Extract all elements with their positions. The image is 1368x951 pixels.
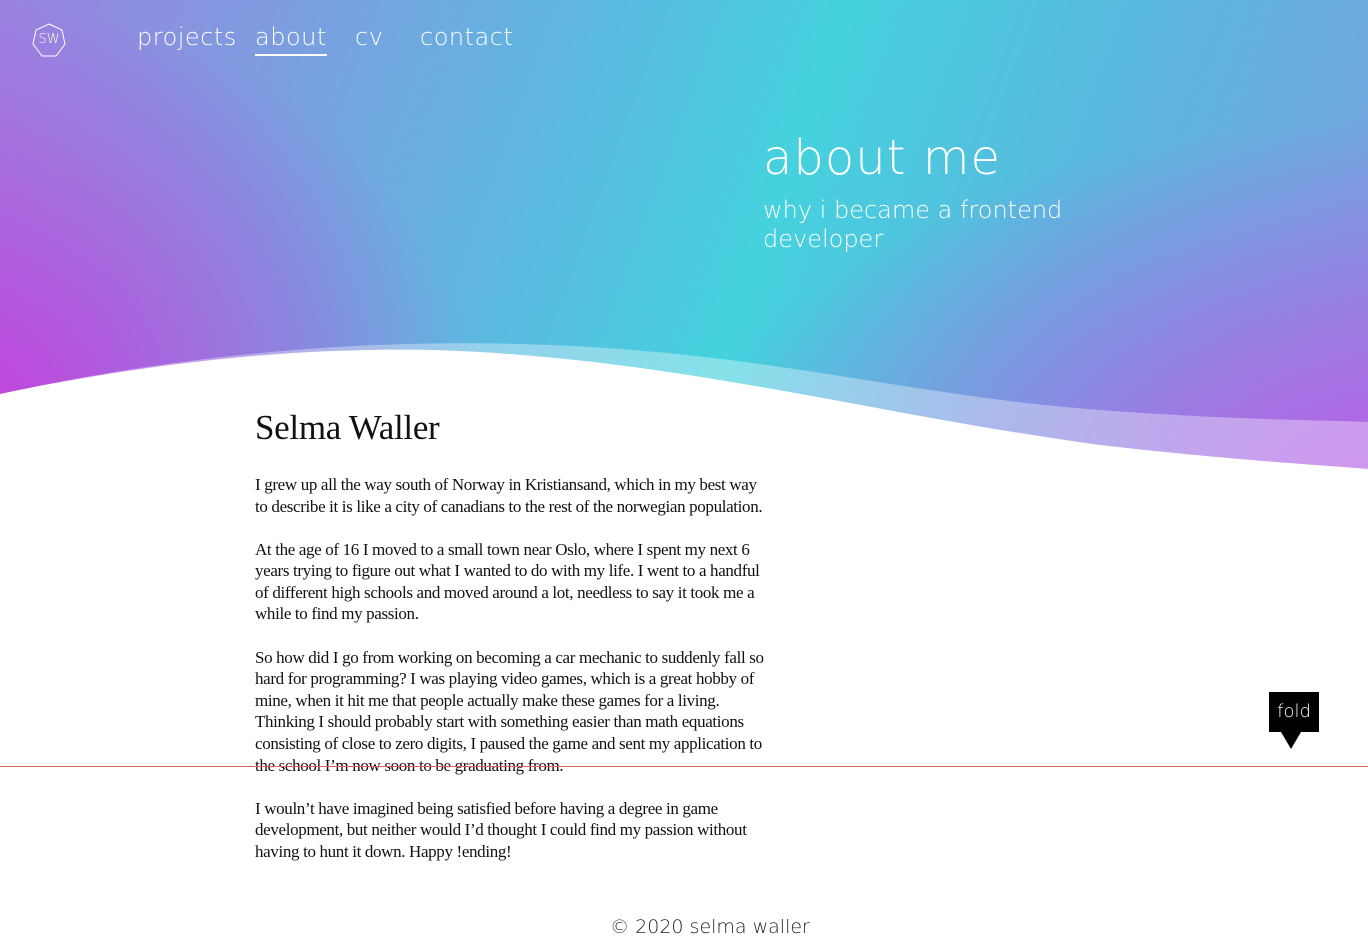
footer-copyright: © 2020 selma waller — [610, 916, 810, 938]
article-heading: Selma Waller — [255, 408, 440, 447]
fold-line — [0, 766, 1368, 767]
fold-marker: fold — [1269, 692, 1319, 732]
nav-contact[interactable]: contact — [420, 23, 513, 51]
nav-about[interactable]: about — [255, 23, 327, 56]
article-paragraph: I wouln’t have imagined being satisfied … — [255, 798, 747, 861]
logo-text: SW — [38, 32, 60, 47]
logo[interactable]: SW — [32, 23, 66, 59]
article-paragraph: At the age of 16 I moved to a small town… — [255, 539, 760, 624]
nav-cv[interactable]: cv — [355, 23, 383, 51]
fold-marker-arrow-icon — [1281, 732, 1301, 749]
article-paragraph: I grew up all the way south of Norway in… — [255, 475, 763, 516]
article-paragraph: So how did I go from working on becoming… — [255, 647, 764, 775]
nav-projects[interactable]: projects — [137, 23, 237, 51]
about-article: Selma Waller I grew up all the way south… — [255, 408, 767, 884]
page-subtitle: why i became a frontend developer — [763, 196, 1063, 253]
page-title: about me — [763, 130, 1002, 186]
